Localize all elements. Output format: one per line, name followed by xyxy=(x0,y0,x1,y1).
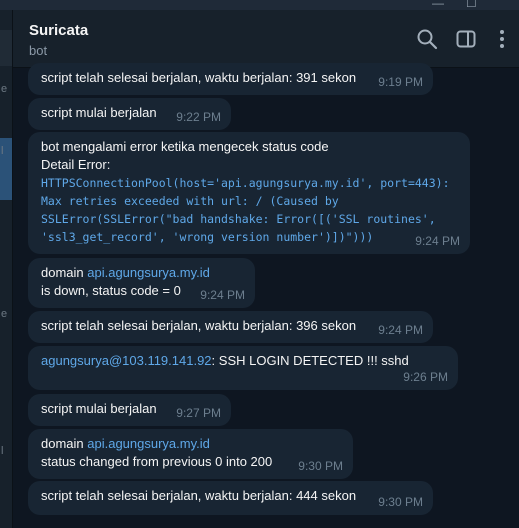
message-time: 9:27 PM xyxy=(176,406,221,420)
message-text: script telah selesai berjalan, waktu ber… xyxy=(41,488,357,503)
domain-link[interactable]: api.agungsurya.my.id xyxy=(87,265,210,280)
chat-header: Suricata bot xyxy=(13,10,519,68)
domain-link[interactable]: api.agungsurya.my.id xyxy=(87,436,210,451)
minimize-button[interactable]: — xyxy=(432,0,444,9)
search-icon[interactable] xyxy=(416,28,438,50)
message-bubble[interactable]: script telah selesai berjalan, waktu ber… xyxy=(28,481,433,515)
sidebar-toggle-icon[interactable] xyxy=(455,28,477,50)
error-code-line: Max retries exceeded with url: / (Caused… xyxy=(41,194,339,208)
chat-message-area[interactable]: script telah selesai berjalan, waktu ber… xyxy=(13,63,519,528)
message-title: bot mengalami error ketika mengecek stat… xyxy=(41,139,329,154)
message-time: 9:19 PM xyxy=(378,75,423,89)
message-bubble[interactable]: script telah selesai berjalan, waktu ber… xyxy=(28,63,433,95)
chat-list-fragment: e xyxy=(1,308,8,320)
chat-list-fragment: l xyxy=(1,445,4,457)
message-time: 9:24 PM xyxy=(200,288,245,302)
more-vertical-icon[interactable] xyxy=(491,28,513,50)
message-bubble[interactable]: agungsurya@103.119.141.92: SSH LOGIN DET… xyxy=(28,346,458,390)
message-text: : SSH LOGIN DETECTED !!! sshd xyxy=(211,353,409,368)
message-bubble[interactable]: script mulai berjalan 9:27 PM xyxy=(28,394,231,426)
message-time: 9:30 PM xyxy=(298,459,343,473)
chat-list-strip: e l e l xyxy=(0,10,13,528)
message-bubble[interactable]: domain api.agungsurya.my.id status chang… xyxy=(28,429,353,479)
chat-title[interactable]: Suricata xyxy=(29,22,88,39)
message-text: script telah selesai berjalan, waktu ber… xyxy=(41,318,357,333)
error-code-line: 'ssl3_get_record', 'wrong version number… xyxy=(41,230,374,244)
message-time: 9:26 PM xyxy=(403,370,448,384)
error-code-line: HTTPSConnectionPool(host='api.agungsurya… xyxy=(41,176,450,190)
message-time: 9:24 PM xyxy=(415,234,460,248)
message-time: 9:22 PM xyxy=(176,110,221,124)
message-text: domain xyxy=(41,436,88,451)
message-text: domain xyxy=(41,265,88,280)
chat-subtitle: bot xyxy=(29,43,48,58)
message-bubble[interactable]: script mulai berjalan 9:22 PM xyxy=(28,98,231,130)
message-bubble[interactable]: script telah selesai berjalan, waktu ber… xyxy=(28,311,433,343)
error-message-bubble[interactable]: bot mengalami error ketika mengecek stat… xyxy=(28,132,470,254)
message-detail-label: Detail Error: xyxy=(41,157,111,172)
maximize-button[interactable]: ☐ xyxy=(466,0,477,9)
chat-list-fragment: e xyxy=(1,83,8,95)
message-text: status changed from previous 0 into 200 xyxy=(41,454,273,469)
message-time: 9:30 PM xyxy=(378,495,423,509)
error-code-line: SSLError(SSLError("bad handshake: Error(… xyxy=(41,212,436,226)
chat-list-fragment: l xyxy=(1,145,4,157)
message-text: script telah selesai berjalan, waktu ber… xyxy=(41,70,357,85)
message-bubble[interactable]: domain api.agungsurya.my.id is down, sta… xyxy=(28,258,255,308)
user-host-link[interactable]: agungsurya@103.119.141.92 xyxy=(41,353,212,368)
message-time: 9:24 PM xyxy=(378,323,423,337)
chat-list-item[interactable] xyxy=(0,30,12,66)
window-titlebar: — ☐ xyxy=(0,0,519,10)
